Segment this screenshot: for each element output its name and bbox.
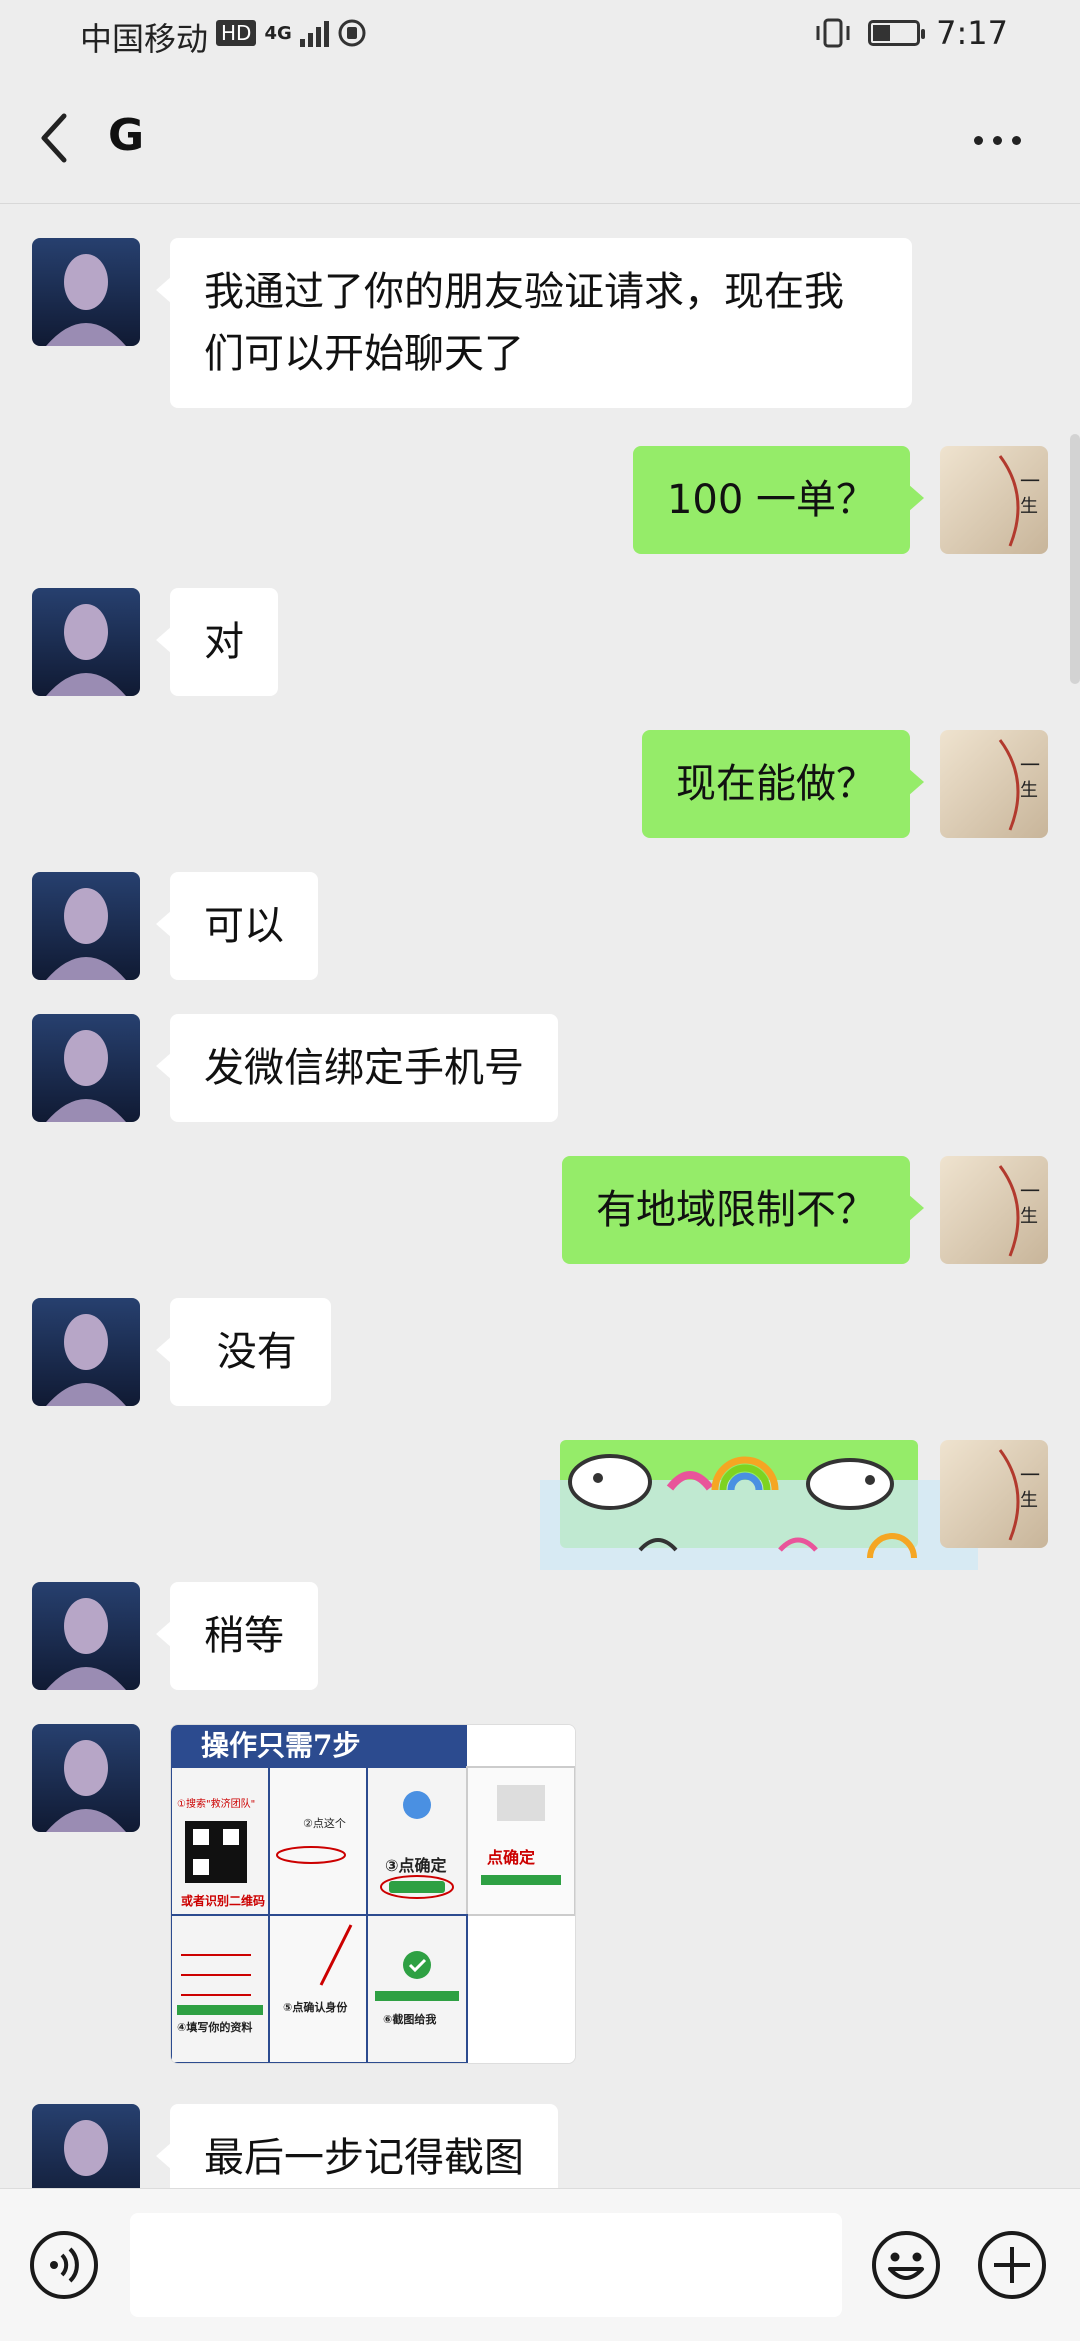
tutorial-scan: 或者识别二维码 bbox=[181, 1893, 265, 1908]
tutorial-step1: ①搜索"救济团队" bbox=[177, 1797, 255, 1810]
message-bubble[interactable]: 现在能做？ bbox=[642, 730, 924, 838]
network-indicators: HD 4G bbox=[216, 18, 367, 48]
avatar[interactable] bbox=[32, 588, 140, 696]
svg-text:一: 一 bbox=[1020, 753, 1040, 777]
tutorial-step4: ④填写你的资料 bbox=[177, 2020, 252, 2034]
chat-header: G bbox=[0, 72, 1080, 204]
more-dots-icon[interactable] bbox=[962, 120, 1032, 160]
avatar[interactable] bbox=[32, 1724, 140, 1832]
battery-icon bbox=[868, 20, 926, 46]
message-bubble[interactable]: 我通过了你的朋友验证请求，现在我们可以开始聊天了 bbox=[156, 238, 912, 408]
avatar[interactable] bbox=[32, 1582, 140, 1690]
hotspot-icon bbox=[338, 19, 366, 47]
voice-icon[interactable] bbox=[28, 2229, 100, 2301]
chat-title[interactable]: G bbox=[108, 110, 144, 161]
hd-badge: HD bbox=[216, 20, 257, 46]
message-bubble[interactable]: 没有 bbox=[156, 1298, 331, 1406]
input-bar bbox=[0, 2188, 1080, 2341]
tutorial-banner: 操作只需7步 bbox=[201, 1729, 360, 1762]
clock: 7:17 bbox=[936, 14, 1008, 52]
svg-text:生: 生 bbox=[1020, 1206, 1038, 1227]
svg-text:生: 生 bbox=[1020, 1490, 1038, 1511]
emoji-icon[interactable] bbox=[870, 2229, 942, 2301]
svg-text:一: 一 bbox=[1020, 1463, 1040, 1487]
svg-text:一: 一 bbox=[1020, 469, 1040, 493]
status-bar: 中国移动 HD 4G 7:17 bbox=[0, 0, 1080, 72]
sticker-image[interactable] bbox=[540, 1440, 978, 1582]
network-type: 4G bbox=[264, 22, 292, 44]
avatar[interactable]: 一生 bbox=[940, 1156, 1048, 1264]
message-bubble[interactable]: 发微信绑定手机号 bbox=[156, 1014, 558, 1122]
svg-text:一: 一 bbox=[1020, 1179, 1040, 1203]
message-bubble[interactable]: 最后一步记得截图 bbox=[156, 2104, 558, 2188]
svg-text:生: 生 bbox=[1020, 780, 1038, 801]
message-bubble[interactable]: 可以 bbox=[156, 872, 318, 980]
avatar[interactable]: 一生 bbox=[940, 1440, 1048, 1548]
message-bubble[interactable]: 稍等 bbox=[156, 1582, 318, 1690]
message-input[interactable] bbox=[130, 2213, 842, 2317]
signal-icon bbox=[299, 19, 329, 47]
message-bubble[interactable]: 有地域限制不？ bbox=[562, 1156, 924, 1264]
avatar[interactable] bbox=[32, 872, 140, 980]
avatar[interactable] bbox=[32, 1298, 140, 1406]
chevron-left-icon[interactable] bbox=[30, 108, 80, 168]
avatar[interactable] bbox=[32, 238, 140, 346]
avatar[interactable]: 一生 bbox=[940, 446, 1048, 554]
avatar[interactable] bbox=[32, 1014, 140, 1122]
message-list[interactable]: 我通过了你的朋友验证请求，现在我们可以开始聊天了 100 一单？ 一生 对 现在… bbox=[0, 204, 1080, 2188]
tutorial-step3: ③点确定 bbox=[385, 1856, 447, 1875]
tutorial-step5: ⑤点确认身份 bbox=[283, 2000, 348, 2014]
message-bubble[interactable]: 对 bbox=[156, 588, 278, 696]
vibrate-icon bbox=[816, 18, 850, 48]
tutorial-step6: ⑥截图给我 bbox=[383, 2012, 436, 2026]
tutorial-confirm: 点确定 bbox=[487, 1848, 535, 1867]
message-bubble[interactable]: 100 一单？ bbox=[632, 446, 925, 554]
tutorial-step2: ②点这个 bbox=[303, 1816, 346, 1830]
scrollbar[interactable] bbox=[1070, 434, 1080, 684]
avatar[interactable]: 一生 bbox=[940, 730, 1048, 838]
tutorial-image[interactable]: 操作只需7步 ①搜索"救济团队" 或者识别二维码 ②点这个 ③点确定 点确定 ④… bbox=[170, 1724, 576, 2064]
avatar[interactable] bbox=[32, 2104, 140, 2188]
carrier-name: 中国移动 bbox=[80, 20, 209, 58]
plus-icon[interactable] bbox=[976, 2229, 1048, 2301]
svg-text:生: 生 bbox=[1020, 496, 1038, 517]
